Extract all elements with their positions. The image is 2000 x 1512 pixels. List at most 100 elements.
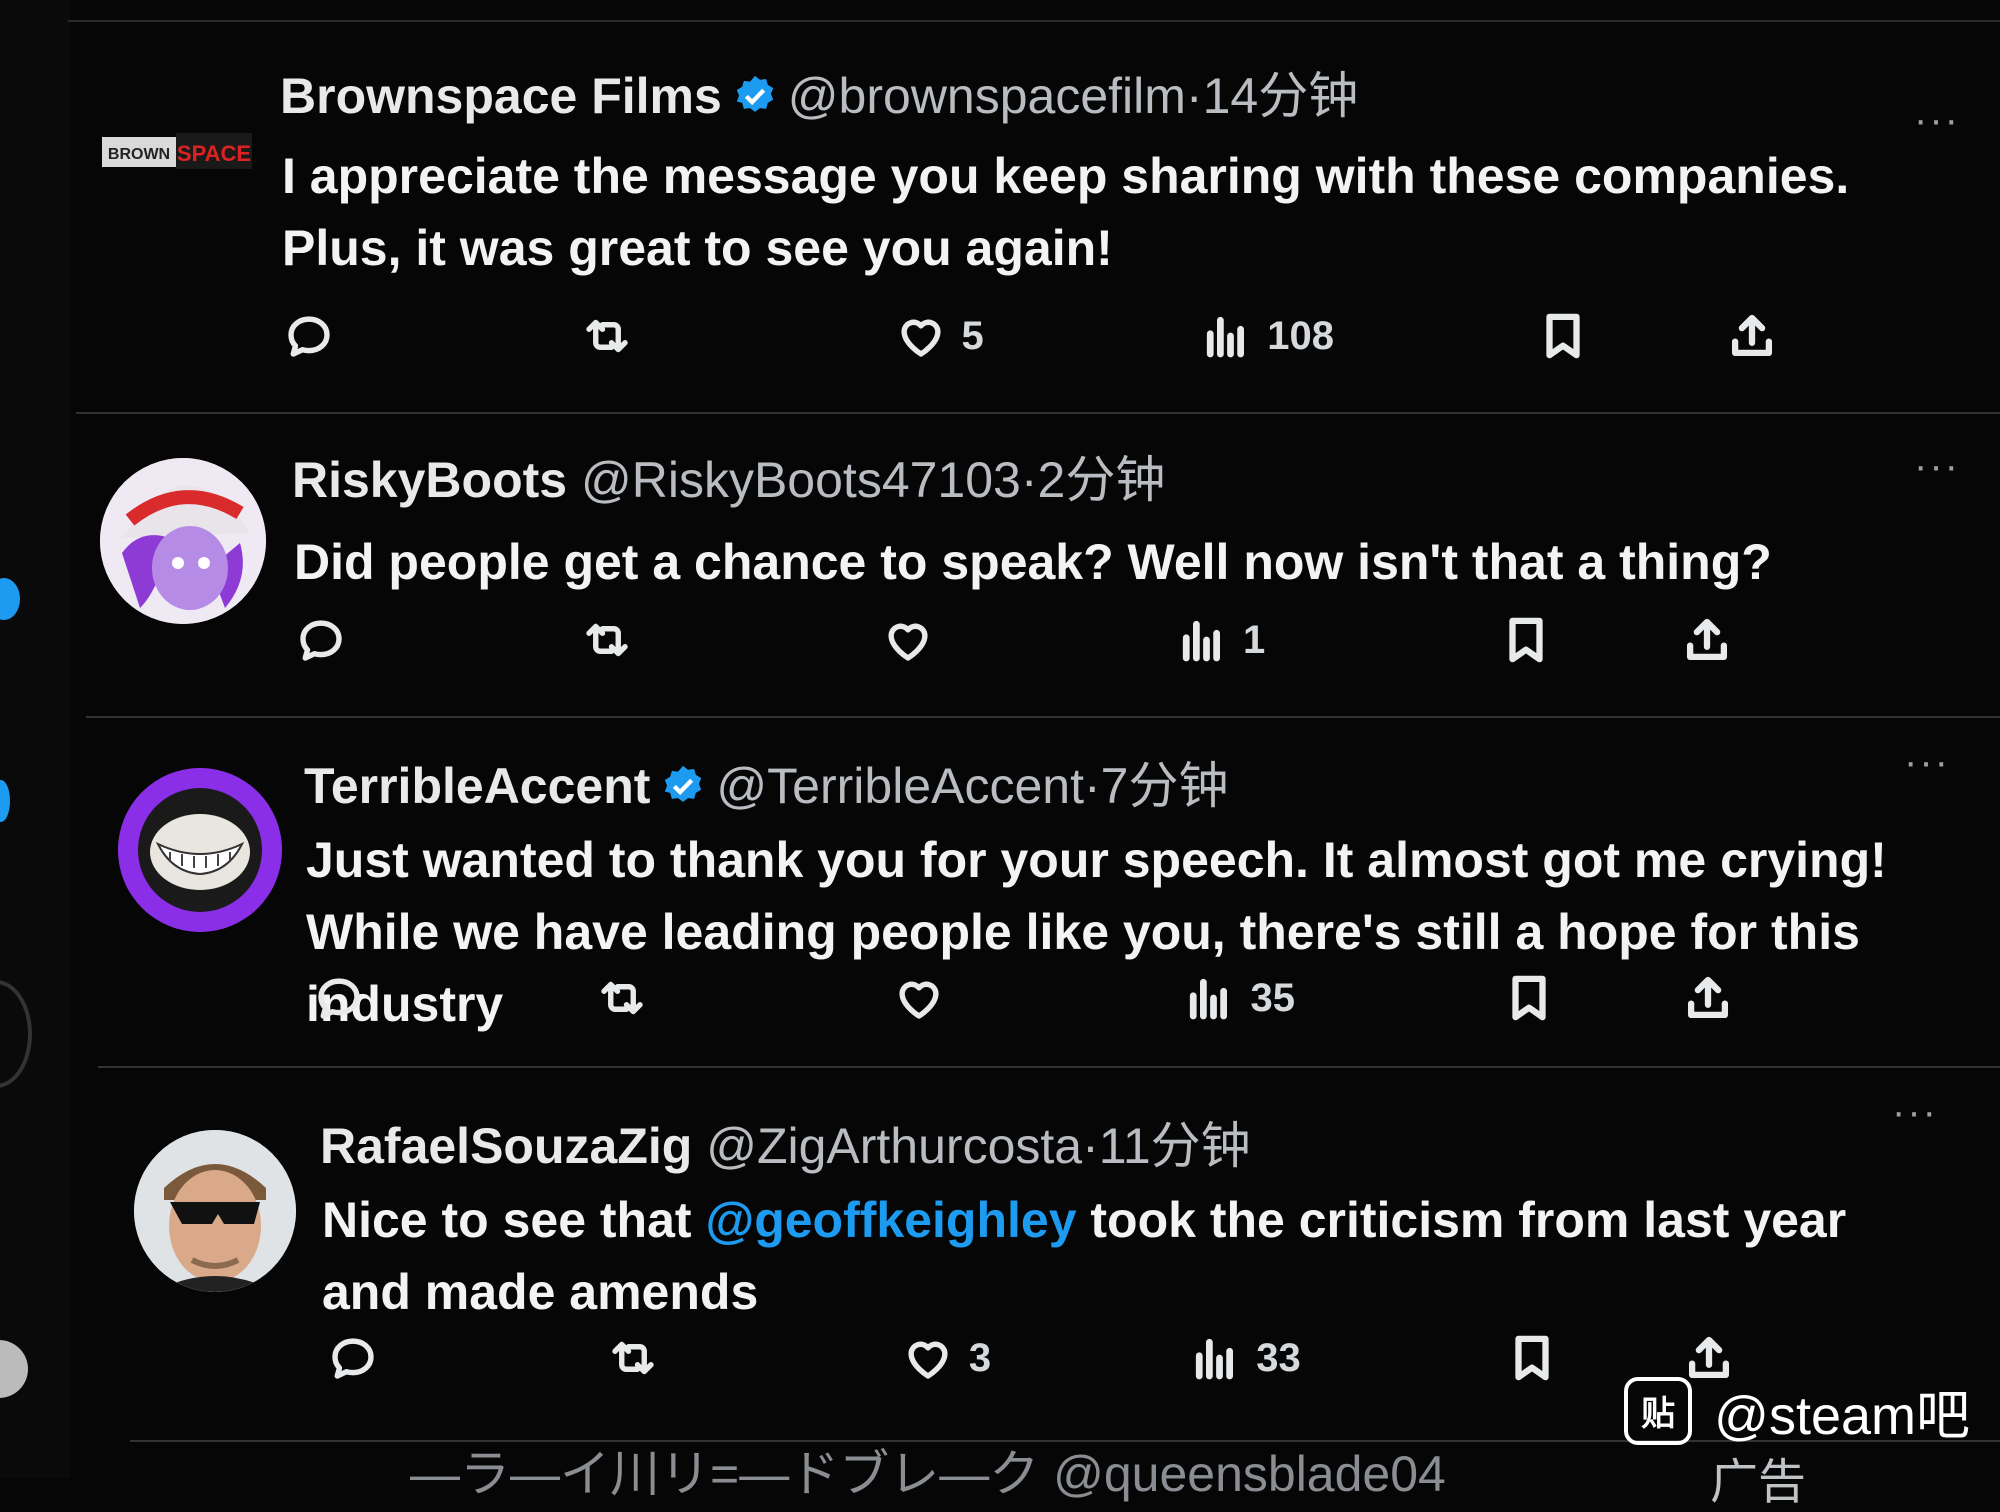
views-button[interactable]: 35 — [1182, 968, 1295, 1028]
view-count: 35 — [1250, 975, 1295, 1020]
tweet-header: —ラ—イ川リ=—ドブレ—ク @queensblade04 — [410, 1446, 1446, 1502]
views-chart-icon — [1207, 316, 1245, 358]
more-options-icon[interactable]: ··· — [1904, 740, 1950, 785]
tweet-actions: 35 — [312, 968, 1800, 1028]
reply-icon — [318, 978, 360, 1019]
watermark-text: @steam吧 — [1714, 1386, 1970, 1446]
views-chart-icon — [1182, 620, 1220, 662]
retweet-button[interactable] — [580, 306, 634, 366]
like-button[interactable]: 3 — [901, 1328, 991, 1388]
avatar[interactable] — [134, 1130, 296, 1292]
author-handle[interactable]: @brownspacefilm — [788, 68, 1186, 124]
reply-button[interactable] — [312, 968, 366, 1028]
timestamp[interactable]: 2分钟 — [1038, 452, 1166, 508]
timestamp[interactable]: 7分钟 — [1101, 758, 1229, 814]
nav-ring-icon[interactable] — [0, 980, 32, 1088]
bookmark-button[interactable] — [1536, 306, 1590, 366]
author-handle[interactable]: @ZigArthurcosta — [706, 1118, 1082, 1174]
share-button[interactable] — [1680, 610, 1734, 670]
brownspace-logo-icon: BROWN SPACE — [102, 133, 252, 169]
bookmark-icon — [1509, 617, 1543, 663]
left-nav-strip — [0, 0, 70, 1478]
bookmark-icon — [1546, 313, 1581, 359]
person-sunglasses-avatar-icon — [134, 1130, 296, 1292]
divider — [68, 20, 2000, 22]
verified-badge-icon — [665, 765, 702, 802]
retweet-icon — [586, 623, 628, 657]
view-count: 33 — [1256, 1335, 1301, 1380]
more-options-icon[interactable]: ··· — [1914, 98, 1960, 143]
reply-icon — [300, 620, 342, 661]
retweet-icon — [601, 981, 643, 1015]
more-options-icon[interactable]: ··· — [1914, 444, 1960, 489]
nav-blue-indicator — [0, 780, 10, 822]
more-options-icon[interactable]: ··· — [1892, 1090, 1938, 1135]
separator-dot: · — [1185, 68, 1203, 124]
retweet-button[interactable] — [595, 968, 649, 1028]
timestamp[interactable]: 14分钟 — [1203, 68, 1359, 124]
avatar[interactable] — [118, 768, 282, 932]
heart-icon — [908, 1341, 948, 1379]
like-button[interactable]: 5 — [894, 306, 984, 366]
separator-dot: · — [1020, 452, 1038, 508]
bookmark-button[interactable] — [1499, 610, 1553, 670]
retweet-button[interactable] — [580, 610, 634, 670]
tweet-actions: 3 33 — [326, 1328, 1800, 1388]
heart-icon — [888, 623, 928, 661]
reply-button[interactable] — [326, 1328, 380, 1388]
separator-dot: · — [1082, 1118, 1099, 1174]
retweet-icon — [586, 319, 628, 353]
tweet-text: I appreciate the message you keep sharin… — [282, 148, 1850, 276]
share-icon — [1731, 314, 1772, 357]
share-icon — [1686, 618, 1727, 661]
bookmark-icon — [1512, 975, 1547, 1021]
timestamp[interactable]: 11分钟 — [1099, 1118, 1251, 1174]
bookmark-button[interactable] — [1502, 968, 1556, 1028]
view-count: 1 — [1243, 617, 1266, 662]
tweet-header: RafaelSouzaZig @ZigArthurcosta·11分钟 — [320, 1116, 1251, 1176]
views-button[interactable]: 108 — [1199, 306, 1334, 366]
mention-link[interactable]: @geoffkeighley — [705, 1192, 1076, 1248]
reply-icon — [332, 1338, 374, 1379]
watermark: 贴 @steam吧 — [1624, 1371, 1970, 1450]
compose-button[interactable] — [0, 578, 20, 620]
share-button[interactable] — [1681, 968, 1735, 1028]
separator-dot: · — [1083, 758, 1101, 814]
author-handle[interactable]: @RiskyBoots47103 — [581, 452, 1021, 508]
ad-label: 广告 — [1710, 1456, 1807, 1509]
author-name[interactable]: TerribleAccent — [304, 758, 650, 814]
views-button[interactable]: 1 — [1175, 610, 1265, 670]
heart-icon — [899, 981, 939, 1019]
author-name[interactable]: RafaelSouzaZig — [320, 1118, 692, 1174]
share-button[interactable] — [1725, 306, 1779, 366]
views-button[interactable]: 33 — [1188, 1328, 1301, 1388]
like-button[interactable] — [881, 610, 949, 670]
account-avatar[interactable] — [0, 1340, 28, 1398]
tweet-header: RiskyBoots @RiskyBoots47103·2分钟 — [292, 450, 1165, 510]
tweet-text: Nice to see that @geoffkeighley took the… — [322, 1184, 1930, 1328]
tweet-brownspace[interactable]: BROWN SPACE Brownspace Films @brownspacef… — [72, 28, 2000, 410]
tweet-terribleaccent[interactable]: TerribleAccent @TerribleAccent·7分钟 ··· Ju… — [86, 716, 2000, 1066]
bookmark-button[interactable] — [1505, 1328, 1559, 1388]
retweet-button[interactable] — [606, 1328, 660, 1388]
retweet-icon — [612, 1341, 654, 1375]
reply-icon — [288, 316, 330, 357]
tweet-header: Brownspace Films @brownspacefilm·14分钟 — [280, 66, 1358, 126]
avatar[interactable]: BROWN SPACE — [102, 123, 252, 183]
reply-button[interactable] — [282, 306, 336, 366]
reply-button[interactable] — [294, 610, 348, 670]
tweet-text-part: Nice to see that — [322, 1192, 706, 1248]
avatar[interactable] — [100, 458, 266, 624]
anime-avatar-icon — [100, 458, 266, 624]
grin-avatar-icon — [118, 768, 282, 932]
tweet-riskyboots[interactable]: RiskyBoots @RiskyBoots47103·2分钟 ··· Did … — [76, 412, 2000, 716]
author-name[interactable]: Brownspace Films — [280, 68, 722, 124]
tweet-text: Did people get a chance to speak? Well n… — [294, 534, 1772, 590]
author-name[interactable]: RiskyBoots — [292, 452, 567, 508]
like-button[interactable] — [892, 968, 960, 1028]
svg-text:SPACE: SPACE — [177, 141, 251, 166]
share-icon — [1687, 976, 1728, 1019]
verified-badge-icon — [736, 75, 774, 112]
author-handle[interactable]: @TerribleAccent — [716, 758, 1084, 814]
like-count: 3 — [968, 1335, 992, 1380]
